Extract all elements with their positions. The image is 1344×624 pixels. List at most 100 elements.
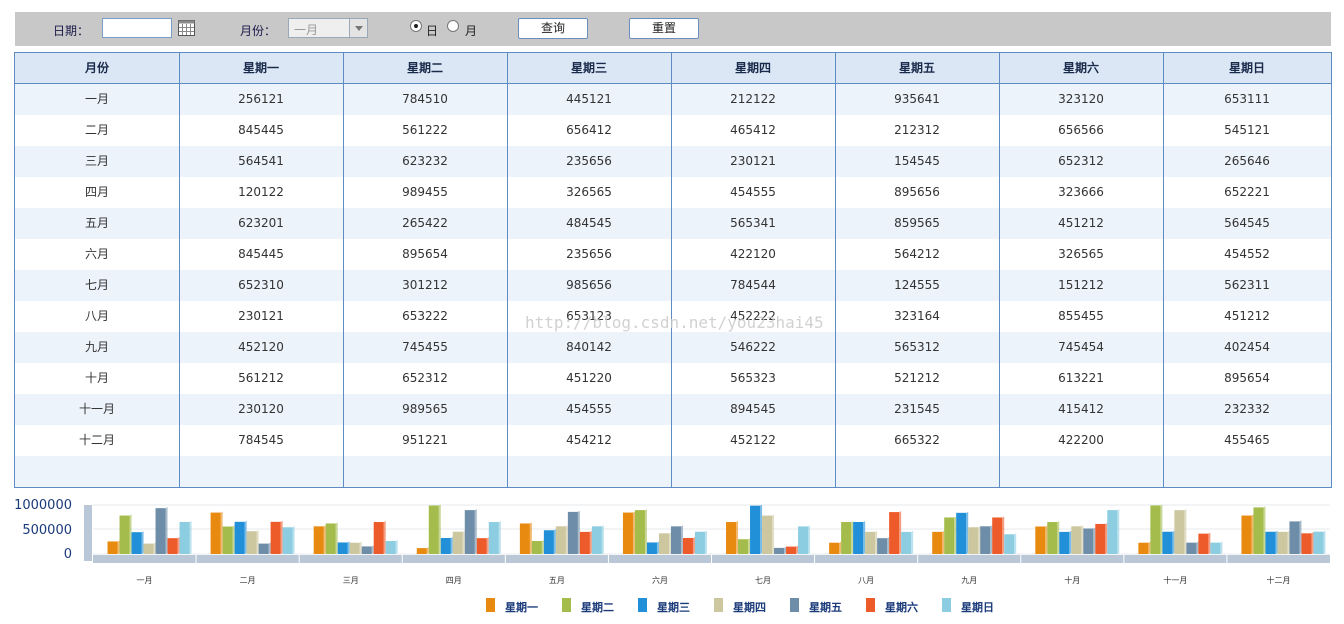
radio-month[interactable] [447, 20, 459, 32]
table-row[interactable]: 一月 256121 784510 445121 212122 935641 323120 65… [15, 84, 1331, 115]
bar[interactable] [1289, 521, 1300, 554]
bar[interactable] [738, 539, 749, 554]
reset-button[interactable]: 重置 [629, 18, 699, 39]
bar[interactable] [1313, 531, 1324, 554]
table-row[interactable]: 十月 561212 652312 451220 565323 521212 613221 89… [15, 363, 1331, 394]
bar[interactable] [246, 531, 257, 554]
bar[interactable] [658, 533, 669, 554]
column-header[interactable]: 星期二 [343, 53, 507, 84]
bar[interactable] [980, 526, 991, 554]
bar[interactable] [531, 540, 542, 554]
bar[interactable] [1174, 510, 1185, 554]
bar[interactable] [774, 547, 785, 554]
legend-item[interactable]: 星期日 [942, 598, 1012, 614]
bar[interactable] [155, 508, 166, 554]
bar[interactable] [1162, 531, 1173, 554]
column-header[interactable]: 星期日 [1163, 53, 1331, 84]
bar[interactable] [853, 521, 864, 554]
bar[interactable] [1241, 515, 1252, 554]
bar[interactable] [889, 512, 900, 554]
bar[interactable] [682, 537, 693, 554]
legend-item[interactable]: 星期一 [486, 598, 556, 614]
bar[interactable] [361, 546, 372, 554]
calendar-icon[interactable] [178, 19, 195, 36]
bar[interactable] [567, 511, 578, 554]
bar[interactable] [865, 531, 876, 554]
bar[interactable] [282, 527, 293, 554]
bar[interactable] [337, 542, 348, 554]
table-row[interactable]: 五月 623201 265422 484545 565341 859565 451212 56… [15, 208, 1331, 239]
bar[interactable] [932, 531, 943, 554]
table-row[interactable]: 十二月 784545 951221 454212 452122 665322 422200 4… [15, 425, 1331, 456]
column-header[interactable]: 月份 [15, 53, 179, 84]
bar[interactable] [1301, 533, 1312, 554]
bar[interactable] [373, 522, 384, 554]
table-row[interactable]: 七月 652310 301212 985656 784544 124555 151212 56… [15, 270, 1331, 301]
bar[interactable] [646, 542, 657, 554]
bar[interactable] [325, 523, 336, 554]
column-header[interactable]: 星期三 [507, 53, 671, 84]
bar[interactable] [428, 505, 439, 554]
bar[interactable] [829, 542, 840, 554]
radio-day[interactable] [410, 20, 422, 32]
bar[interactable] [944, 517, 955, 554]
bar[interactable] [1083, 528, 1094, 554]
bar[interactable] [1107, 510, 1118, 554]
bar[interactable] [167, 538, 178, 554]
bar[interactable] [452, 531, 463, 554]
bar[interactable] [107, 541, 118, 554]
bar[interactable] [1150, 505, 1161, 554]
bar[interactable] [694, 531, 705, 554]
bar[interactable] [968, 527, 979, 554]
bar[interactable] [519, 523, 530, 554]
bar[interactable] [222, 526, 233, 554]
month-select[interactable]: 一月 [288, 18, 368, 38]
bar[interactable] [179, 521, 190, 554]
bar[interactable] [119, 515, 130, 554]
column-header[interactable]: 星期五 [835, 53, 999, 84]
legend-item[interactable]: 星期三 [638, 598, 708, 614]
bar[interactable] [1265, 531, 1276, 554]
date-input[interactable] [102, 18, 172, 38]
bar[interactable] [349, 542, 360, 554]
bar[interactable] [726, 522, 737, 554]
table-row[interactable]: 六月 845445 895654 235656 422120 564212 326565 45… [15, 239, 1331, 270]
table-row[interactable]: 三月 564541 623232 235656 230121 154545 652312 26… [15, 146, 1331, 177]
bar[interactable] [131, 532, 142, 554]
bar[interactable] [385, 540, 396, 554]
legend-item[interactable]: 星期六 [866, 598, 936, 614]
bar[interactable] [488, 522, 499, 554]
bar[interactable] [622, 512, 633, 554]
bar[interactable] [956, 512, 967, 554]
bar[interactable] [440, 537, 451, 554]
table-row[interactable]: 四月 120122 989455 326565 454555 895656 323666 65… [15, 177, 1331, 208]
legend-item[interactable]: 星期五 [790, 598, 860, 614]
bar[interactable] [555, 526, 566, 554]
bar[interactable] [234, 521, 245, 554]
bar[interactable] [476, 538, 487, 554]
bar[interactable] [543, 530, 554, 554]
bar[interactable] [877, 538, 888, 554]
bar[interactable] [1198, 533, 1209, 554]
bar[interactable] [1071, 526, 1082, 554]
bar[interactable] [1095, 523, 1106, 554]
bar[interactable] [1253, 507, 1264, 554]
bar[interactable] [1035, 526, 1046, 554]
bar[interactable] [579, 531, 590, 554]
bar[interactable] [786, 546, 797, 554]
bar[interactable] [750, 505, 761, 554]
bar[interactable] [841, 521, 852, 554]
chevron-down-icon[interactable] [349, 19, 367, 37]
bar[interactable] [1004, 534, 1015, 554]
bar[interactable] [1059, 531, 1070, 554]
bar[interactable] [992, 517, 1003, 554]
bar[interactable] [210, 512, 221, 554]
column-header[interactable]: 星期四 [671, 53, 835, 84]
bar[interactable] [1186, 542, 1197, 554]
bar[interactable] [798, 526, 809, 554]
table-row[interactable]: 二月 845445 561222 656412 465412 212312 656566 54… [15, 115, 1331, 146]
bar[interactable] [1047, 522, 1058, 554]
bar[interactable] [416, 548, 427, 554]
column-header[interactable]: 星期六 [999, 53, 1163, 84]
bar[interactable] [670, 526, 681, 554]
